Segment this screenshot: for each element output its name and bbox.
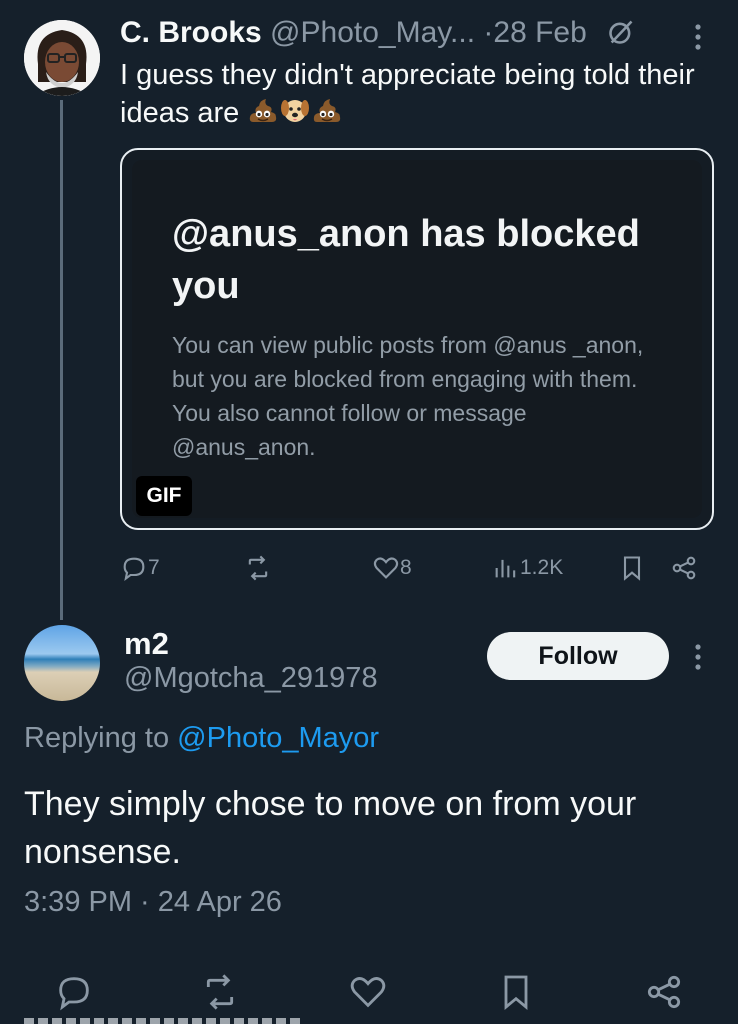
- repost-button[interactable]: [244, 550, 272, 586]
- pile-of-poo-emoji: [250, 99, 277, 122]
- gif-badge: GIF: [136, 476, 192, 516]
- thread-line: [60, 100, 63, 620]
- view-count: 1.2K: [520, 556, 564, 579]
- bookmark-icon[interactable]: [496, 972, 536, 1012]
- replying-to: Replying to @Photo_Mayor: [24, 722, 379, 755]
- avatar[interactable]: [24, 625, 100, 701]
- post-date[interactable]: 28 Feb: [493, 16, 586, 49]
- avatar[interactable]: [24, 20, 100, 96]
- tweet-header: C. Brooks @Photo_May... ·28 Feb: [120, 14, 635, 52]
- like-button[interactable]: 8: [372, 550, 412, 586]
- media-gif[interactable]: @anus_anon has blocked you You can view …: [120, 148, 714, 530]
- tweet-text: They simply chose to move on from your n…: [24, 785, 637, 871]
- tweet-text: I guess they didn't appreciate being tol…: [120, 56, 720, 132]
- reply-button[interactable]: 7: [120, 550, 160, 586]
- repost-icon[interactable]: [200, 972, 240, 1012]
- post-timestamp[interactable]: 3:39 PM · 24 Apr 26: [24, 886, 282, 919]
- replying-prefix: Replying to: [24, 722, 170, 754]
- views-button[interactable]: 1.2K: [492, 550, 563, 586]
- grok-icon[interactable]: [607, 18, 635, 46]
- repost-icon: [248, 555, 268, 581]
- reply-count: 7: [148, 556, 160, 579]
- display-name[interactable]: C. Brooks: [120, 16, 262, 49]
- cropped-text-fragment: [24, 1018, 304, 1024]
- follow-button[interactable]: Follow: [487, 632, 669, 680]
- like-count: 8: [400, 556, 412, 579]
- blocked-description: You can view public posts from @anus _an…: [172, 332, 644, 460]
- reply-icon: [123, 557, 145, 581]
- tweet-actions: [24, 968, 714, 1016]
- display-name[interactable]: m2: [124, 626, 169, 662]
- share-button[interactable]: [670, 550, 698, 586]
- bookmark-icon: [623, 556, 641, 581]
- heart-icon[interactable]: [348, 972, 388, 1012]
- avatar-image: [24, 20, 100, 96]
- reply-icon[interactable]: [54, 972, 94, 1012]
- tweet-actions: 7 8 1.2K: [120, 550, 710, 586]
- share-icon: [672, 556, 696, 580]
- dog-face-emoji: [281, 100, 310, 122]
- replying-handle-link[interactable]: @Photo_Mayor: [177, 722, 379, 754]
- heart-icon: [373, 557, 399, 579]
- user-handle[interactable]: @Photo_May...: [270, 16, 475, 49]
- more-options-icon[interactable]: [690, 640, 706, 674]
- blocked-title: @anus_anon has blocked you: [172, 213, 640, 307]
- user-handle[interactable]: @Mgotcha_291978: [124, 662, 378, 695]
- pile-of-poo-emoji: [314, 99, 341, 122]
- bookmark-button[interactable]: [618, 550, 646, 586]
- tweet-text-body: I guess they didn't appreciate being tol…: [120, 59, 695, 129]
- share-icon[interactable]: [644, 972, 684, 1012]
- separator: ·: [483, 16, 494, 49]
- more-options-icon[interactable]: [690, 20, 706, 54]
- views-icon: [495, 559, 516, 578]
